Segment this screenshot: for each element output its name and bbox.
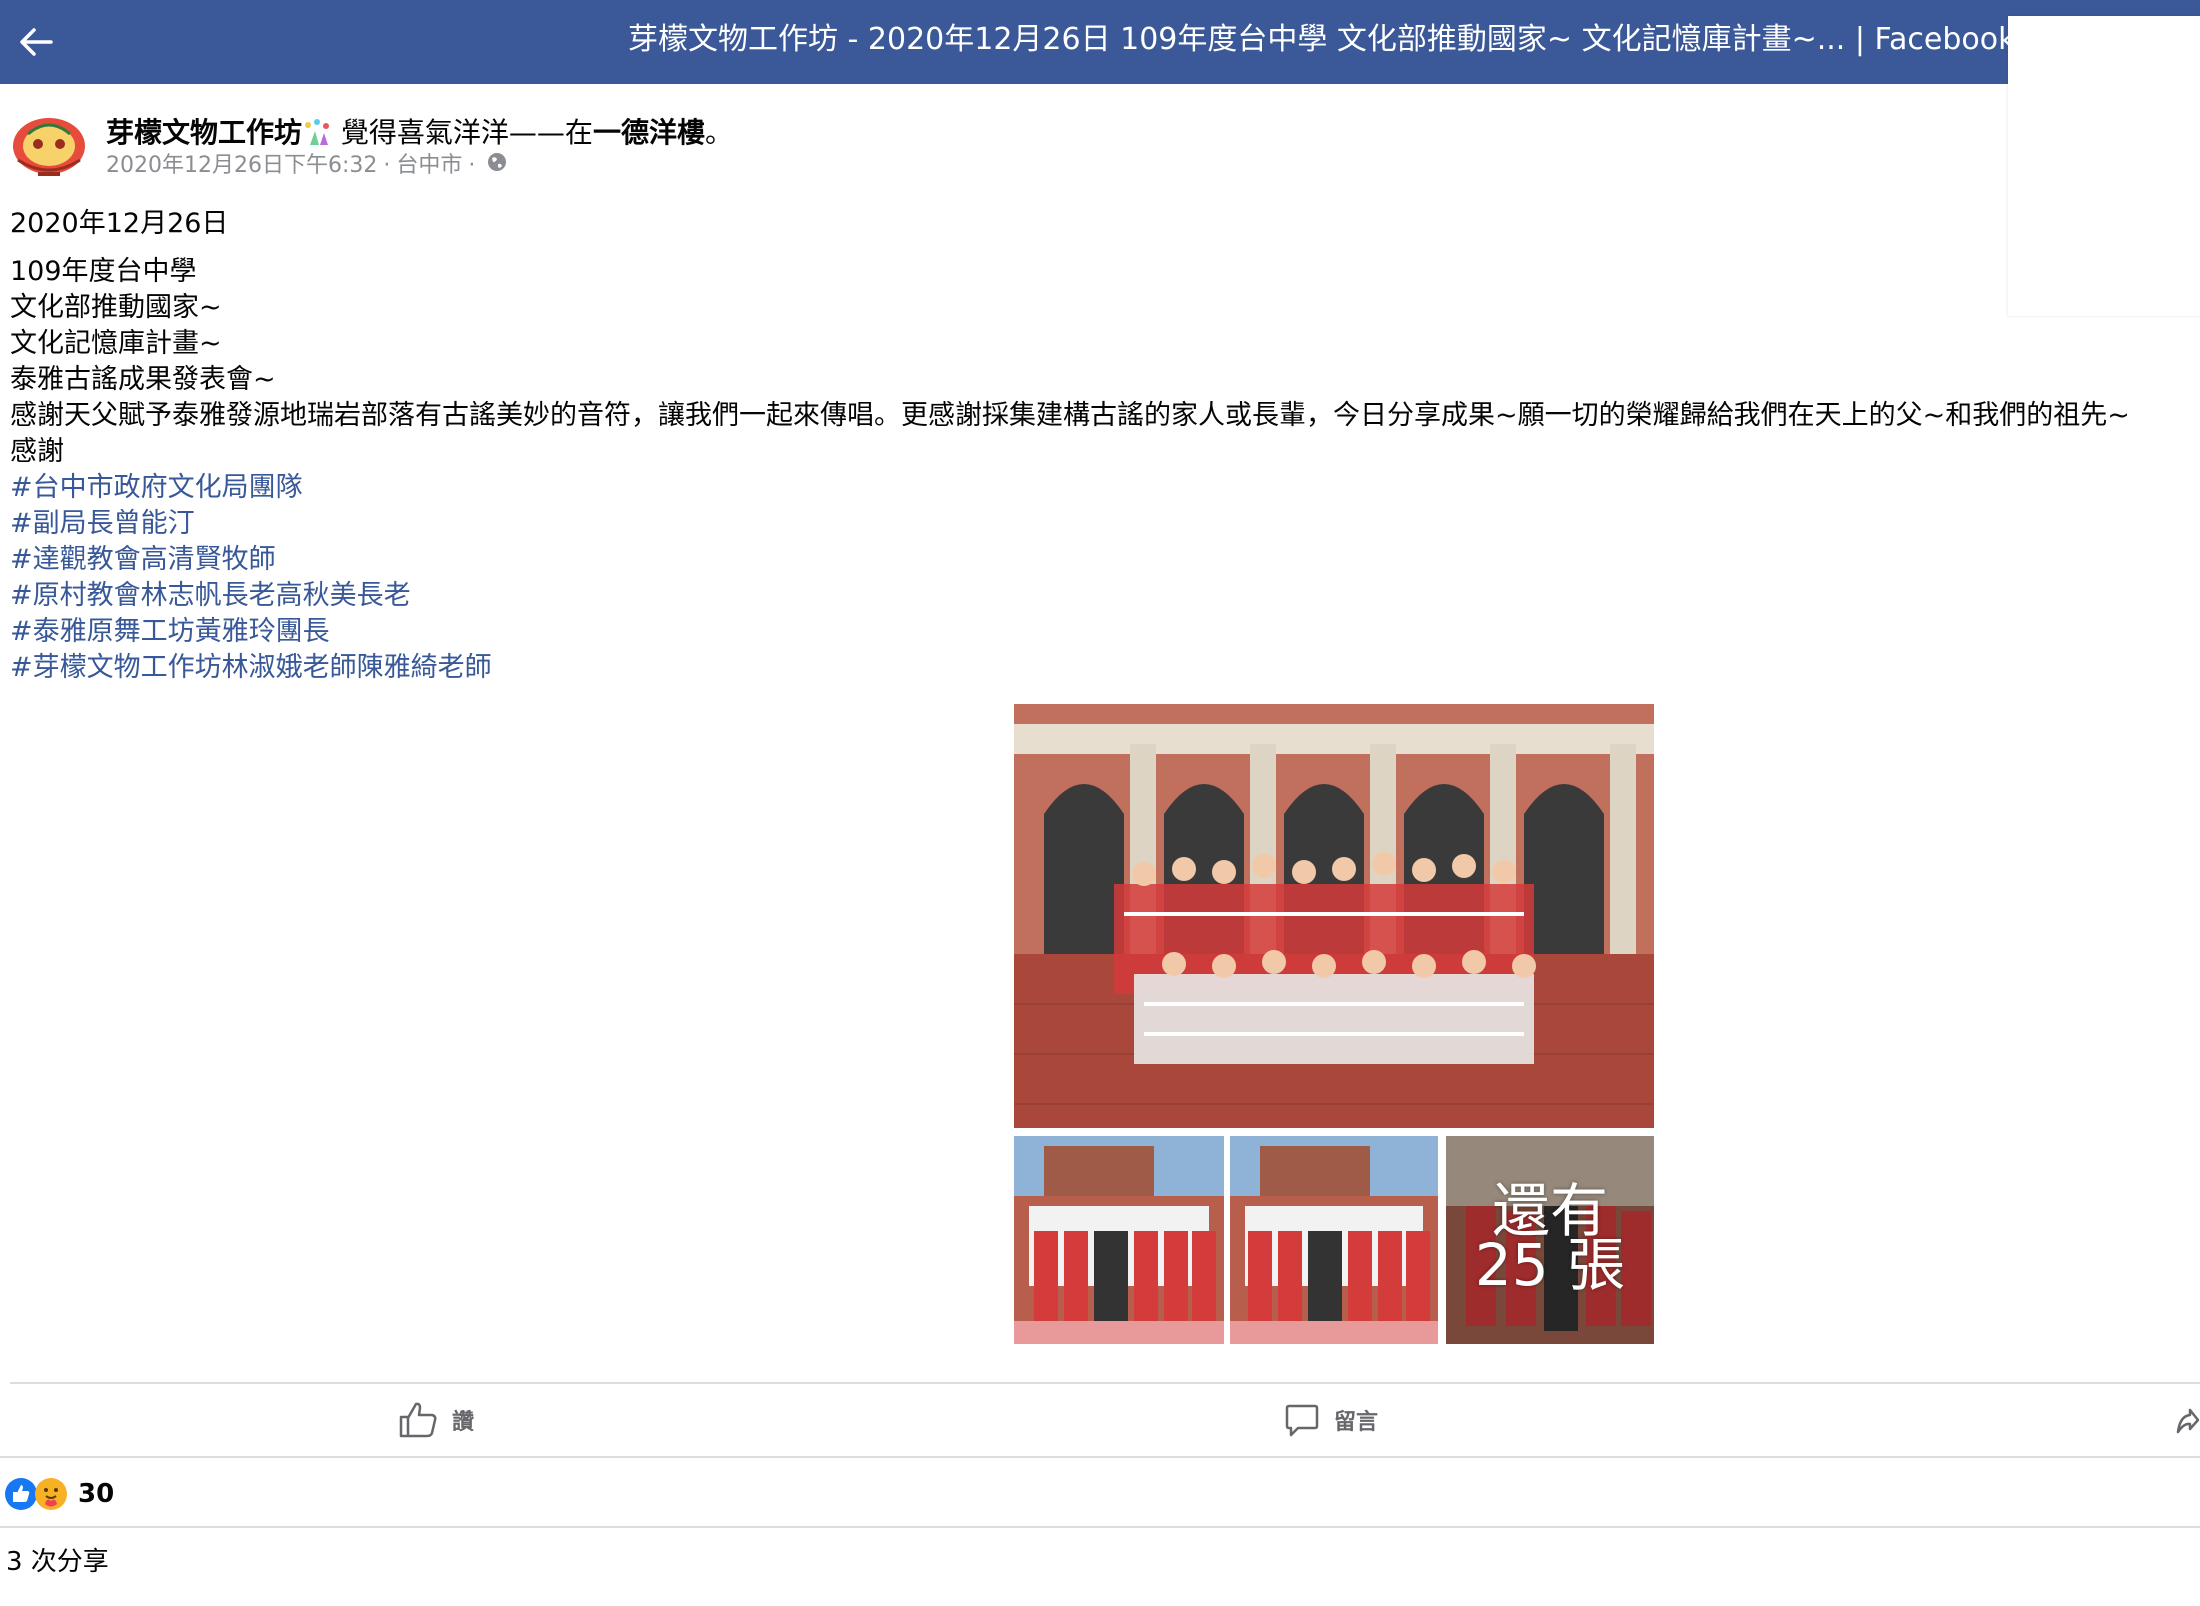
back-arrow-icon: [20, 28, 53, 56]
post-line: 文化部推動國家~: [10, 292, 222, 323]
hashtag-link[interactable]: #台中市政府文化局團隊: [10, 470, 2190, 506]
feeling-text: 覺得喜氣洋洋——在: [340, 116, 593, 149]
top-bar: 芽檬文物工作坊 - 2020年12月26日 109年度台中學 文化部推動國家~ …: [0, 0, 2200, 84]
post-line: 2020年12月26日: [10, 208, 229, 239]
divider: [0, 1526, 2200, 1528]
care-reaction-icon: [35, 1478, 67, 1510]
like-button[interactable]: 讚: [398, 1396, 474, 1444]
share-icon: [2176, 1408, 2200, 1434]
post-text: 2020年12月26日 109年度台中學 文化部推動國家~ 文化記憶庫計畫~ 泰…: [10, 206, 2190, 686]
post-photo-more[interactable]: 還有 25 張: [1446, 1136, 1654, 1344]
timestamp[interactable]: 2020年12月26日下午6:32: [106, 150, 377, 182]
meta-separator: ·: [383, 153, 391, 178]
hashtag-link[interactable]: #達觀教會高清賢牧師: [10, 542, 2190, 578]
party-popper-icon: [302, 116, 332, 149]
hashtag-link[interactable]: #副局長曾能汀: [10, 506, 2190, 542]
post-line: 感謝: [10, 436, 64, 467]
divider: [10, 1382, 2200, 1384]
page-name-link[interactable]: 芽檬文物工作坊: [106, 116, 302, 149]
avatar[interactable]: [8, 110, 90, 184]
comment-button[interactable]: 留言: [1284, 1396, 1378, 1444]
header-period: 。: [704, 116, 733, 149]
post-photo-thumb[interactable]: [1230, 1136, 1438, 1344]
hashtag-link[interactable]: #芽檬文物工作坊林淑娥老師陳雅綺老師: [10, 650, 2190, 686]
location[interactable]: 台中市: [396, 150, 462, 182]
back-button[interactable]: [12, 18, 60, 66]
globe-icon: [487, 150, 507, 182]
post-photo-main[interactable]: [1014, 704, 1654, 1128]
place-link[interactable]: 一德洋樓: [593, 116, 705, 149]
reaction-summary[interactable]: 30: [4, 1474, 114, 1514]
post-line: 感謝天父賦予泰雅發源地瑞岩部落有古謠美妙的音符，讓我們一起來傳唱。更感謝採集建構…: [10, 400, 2130, 431]
comment-label: 留言: [1334, 1410, 1379, 1435]
share-button[interactable]: [2176, 1396, 2200, 1444]
reaction-count: 30: [78, 1479, 115, 1509]
shares-count[interactable]: 3 次分享: [6, 1544, 109, 1580]
post-line: 泰雅古謠成果發表會~: [10, 364, 276, 395]
post-meta: 2020年12月26日下午6:32 · 台中市 ·: [106, 150, 507, 182]
post-photo-thumb[interactable]: [1014, 1136, 1224, 1344]
comment-icon: [1285, 1404, 1319, 1437]
like-reaction-icon: [5, 1478, 37, 1510]
meta-separator-2: ·: [468, 153, 476, 178]
more-photos-label: 還有 25 張: [1474, 1177, 1626, 1299]
post-header: 芽檬文物工作坊 覺得喜氣洋洋——在一德洋樓。: [106, 113, 733, 153]
divider: [0, 1456, 2200, 1458]
like-icon: [399, 1402, 437, 1438]
page-title: 芽檬文物工作坊 - 2020年12月26日 109年度台中學 文化部推動國家~ …: [628, 22, 2016, 57]
post-line: 文化記憶庫計畫~: [10, 328, 222, 359]
post-line: 109年度台中學: [10, 256, 197, 287]
hashtag-link[interactable]: #原村教會林志帆長老高秋美長老: [10, 578, 2190, 614]
hashtag-link[interactable]: #泰雅原舞工坊黃雅玲團長: [10, 614, 2190, 650]
like-label: 讚: [452, 1410, 475, 1435]
